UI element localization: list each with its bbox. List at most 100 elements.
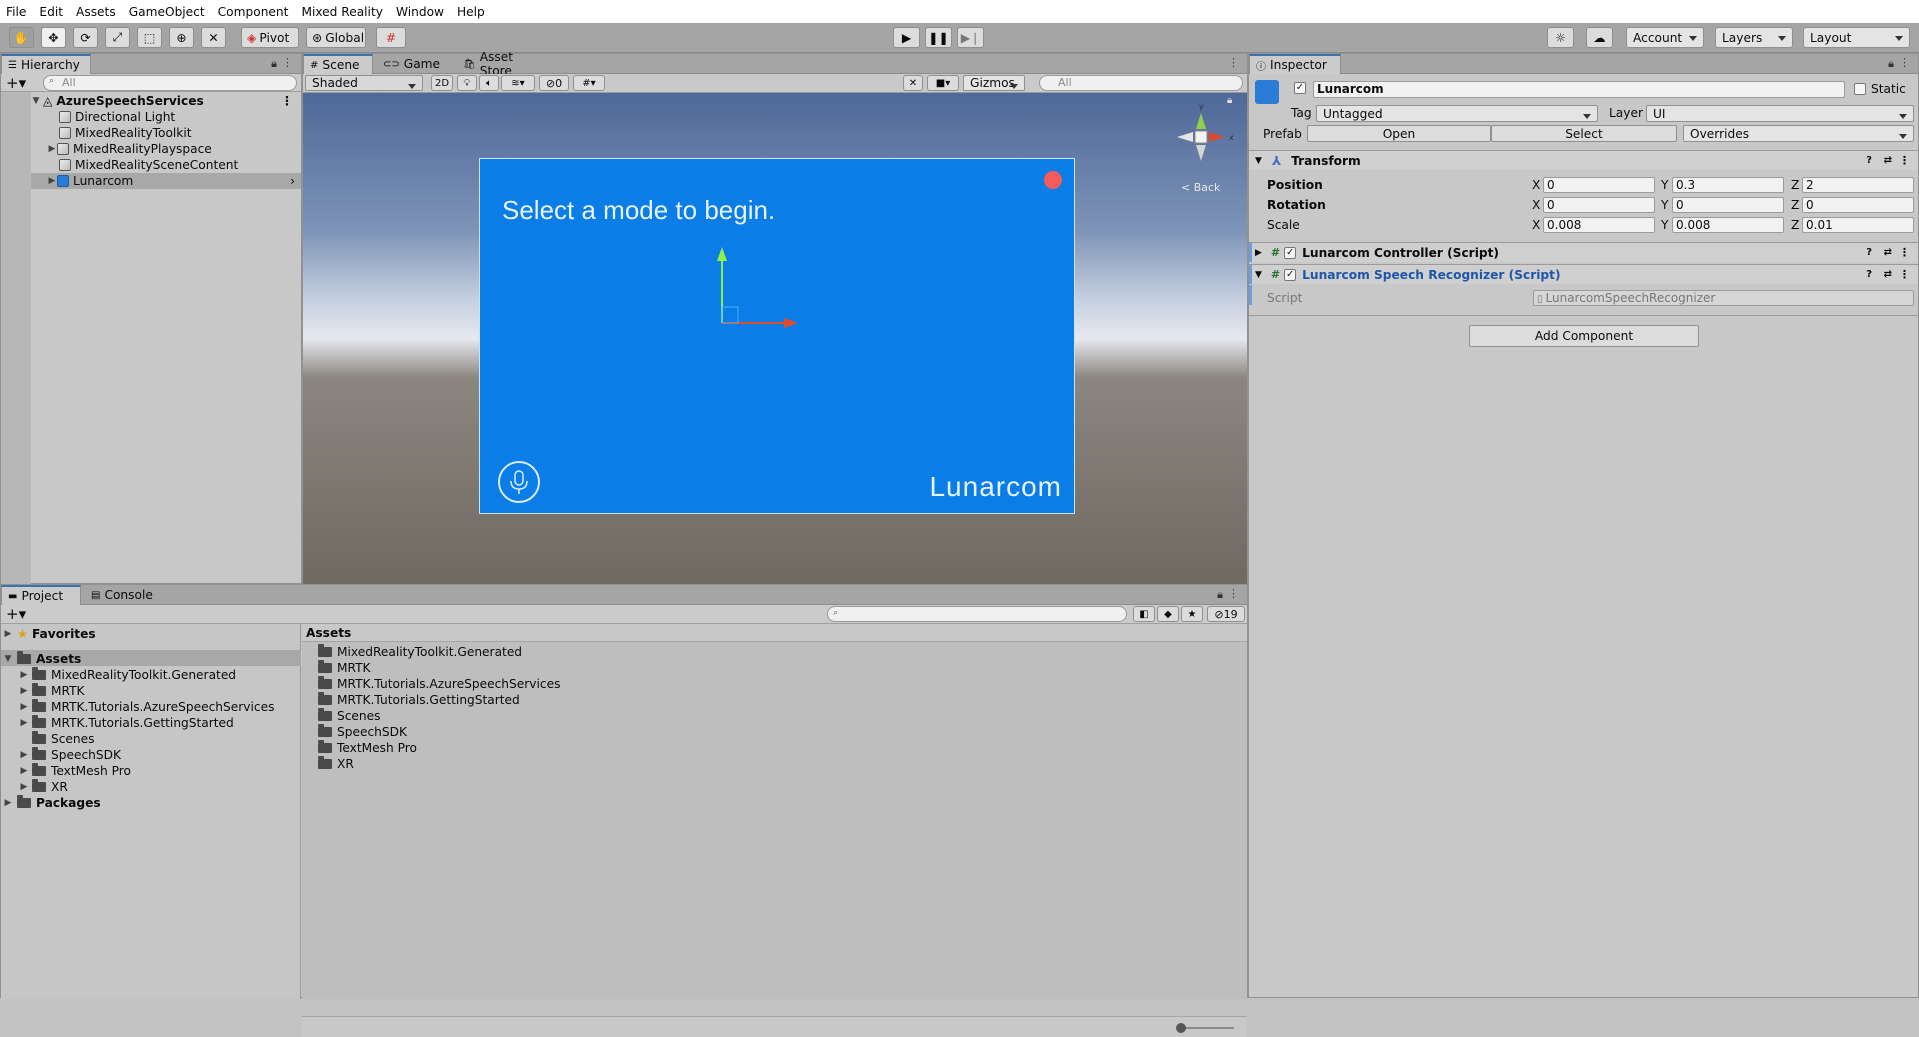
lunarcom-canvas[interactable]: Select a mode to begin. Lunarcom: [479, 158, 1075, 514]
scene-viewport[interactable]: x y < Back 🔒︎ Select a mode to begin. Lu…: [303, 93, 1247, 584]
layer-dropdown[interactable]: UI: [1646, 105, 1914, 122]
static-checkbox[interactable]: [1854, 83, 1866, 95]
orientation-gizmo[interactable]: x y < Back: [1165, 99, 1237, 194]
tree-folder[interactable]: ▶ TextMesh Pro: [19, 763, 131, 779]
custom-tool-button[interactable]: ✕: [201, 27, 226, 48]
filter-label-button[interactable]: ◆: [1157, 606, 1179, 622]
add-icon[interactable]: +▾: [6, 74, 26, 92]
tree-folder[interactable]: ▶ XR: [19, 779, 68, 795]
favorites-row[interactable]: ▶ ★ Favorites: [3, 626, 96, 642]
lock-icon[interactable]: 🔒︎: [1888, 57, 1894, 71]
hierarchy-search[interactable]: All: [43, 75, 297, 91]
expand-arrow-icon[interactable]: ▶: [19, 670, 29, 680]
position-x-field[interactable]: 0: [1543, 177, 1655, 193]
scale-z-field[interactable]: 0.01: [1802, 217, 1914, 233]
prefab-overrides-dropdown[interactable]: Overrides: [1683, 125, 1914, 142]
tab-asset-store[interactable]: 🛍︎ Asset Store: [457, 50, 553, 78]
menu-edit[interactable]: Edit: [39, 5, 63, 19]
object-name-field[interactable]: Lunarcom: [1313, 81, 1845, 98]
scene-search[interactable]: All: [1039, 75, 1243, 91]
help-icon[interactable]: ?: [1866, 247, 1872, 258]
pivot-toggle[interactable]: ◈ Pivot: [241, 27, 299, 48]
gizmos-dropdown[interactable]: Gizmos: [963, 75, 1025, 91]
component-header[interactable]: ▶ # ✓ Lunarcom Controller (Script) ? ⇄ ⋮: [1249, 242, 1918, 262]
tree-folder[interactable]: ▶ MixedRealityToolkit.Generated: [19, 667, 236, 683]
tab-inspector[interactable]: ⓘ Inspector: [1249, 54, 1341, 74]
hand-tool-button[interactable]: ✋: [9, 27, 34, 48]
layers-dropdown[interactable]: Layers: [1715, 27, 1793, 48]
microphone-button[interactable]: [498, 461, 540, 503]
expand-arrow-icon[interactable]: ▶: [19, 750, 29, 760]
menu-gameobject[interactable]: GameObject: [129, 5, 205, 19]
collapse-arrow-icon[interactable]: ▼: [1255, 156, 1262, 166]
rotation-x-field[interactable]: 0: [1543, 197, 1655, 213]
account-dropdown[interactable]: Account: [1626, 27, 1704, 48]
tree-folder[interactable]: ▶ MRTK.Tutorials.GettingStarted: [19, 715, 234, 731]
lock-icon[interactable]: 🔒︎: [1217, 588, 1223, 602]
icon-size-slider[interactable]: [1178, 1027, 1234, 1029]
expand-arrow-icon[interactable]: ▶: [47, 176, 57, 186]
camera-dropdown[interactable]: ■▾: [927, 75, 959, 91]
packages-row[interactable]: ▶ Packages: [3, 795, 101, 811]
mode-2d-toggle[interactable]: 2D: [431, 75, 453, 91]
help-icon[interactable]: ?: [1866, 269, 1872, 280]
collapse-arrow-icon[interactable]: ▼: [3, 654, 13, 664]
expand-arrow-icon[interactable]: ▶: [19, 782, 29, 792]
kebab-menu-icon[interactable]: ⋮: [282, 56, 293, 69]
cloud-button[interactable]: ☁: [1586, 27, 1613, 48]
grid-dropdown[interactable]: #▾: [573, 75, 605, 91]
global-toggle[interactable]: ⊛ Global: [306, 27, 366, 48]
presets-icon[interactable]: ⇄: [1884, 247, 1892, 258]
hierarchy-item-lunarcom[interactable]: ▶ Lunarcom ›: [47, 173, 301, 189]
menu-assets[interactable]: Assets: [76, 5, 116, 19]
asset-folder[interactable]: XR: [318, 756, 354, 772]
add-component-button[interactable]: Add Component: [1469, 325, 1699, 347]
expand-arrow-icon[interactable]: ▶: [47, 144, 57, 154]
kebab-menu-icon[interactable]: ⋮: [1899, 56, 1910, 69]
tab-console[interactable]: ▤ Console: [85, 585, 165, 605]
filter-type-button[interactable]: ◧: [1133, 606, 1155, 622]
back-label[interactable]: < Back: [1181, 181, 1220, 194]
transform-tool-button[interactable]: ⊕: [169, 27, 194, 48]
script-field[interactable]: ▯ LunarcomSpeechRecognizer: [1533, 290, 1914, 306]
menu-component[interactable]: Component: [218, 5, 289, 19]
prefab-open-button[interactable]: Open: [1307, 125, 1491, 142]
pause-button[interactable]: ❚❚: [925, 27, 952, 48]
favorite-button[interactable]: ★: [1181, 606, 1203, 622]
hierarchy-item[interactable]: Directional Light: [59, 109, 175, 125]
presets-icon[interactable]: ⇄: [1884, 269, 1892, 280]
asset-folder[interactable]: TextMesh Pro: [318, 740, 417, 756]
tree-folder[interactable]: Scenes: [32, 731, 95, 747]
play-button[interactable]: ▶: [893, 27, 920, 48]
component-enabled-checkbox[interactable]: ✓: [1284, 268, 1297, 281]
menu-mixed-reality[interactable]: Mixed Reality: [301, 5, 383, 19]
hierarchy-item[interactable]: MixedRealityToolkit: [59, 125, 192, 141]
collab-button[interactable]: ☼: [1547, 27, 1574, 48]
scale-x-field[interactable]: 0.008: [1543, 217, 1655, 233]
asset-folder[interactable]: MRTK.Tutorials.GettingStarted: [318, 692, 520, 708]
tag-dropdown[interactable]: Untagged: [1316, 105, 1598, 122]
asset-folder[interactable]: SpeechSDK: [318, 724, 407, 740]
effects-dropdown[interactable]: ≋▾: [501, 75, 535, 91]
add-icon[interactable]: +▾: [6, 605, 26, 623]
tab-hierarchy[interactable]: ☰ Hierarchy: [1, 54, 91, 74]
help-icon[interactable]: ?: [1866, 155, 1872, 166]
layout-dropdown[interactable]: Layout: [1803, 27, 1910, 48]
kebab-menu-icon[interactable]: ⋮: [1899, 268, 1910, 281]
rotate-tool-button[interactable]: ⟳: [73, 27, 98, 48]
hierarchy-item[interactable]: MixedRealitySceneContent: [59, 157, 238, 173]
breadcrumb[interactable]: Assets: [306, 626, 351, 640]
expand-arrow-icon[interactable]: ▼: [31, 96, 41, 106]
tab-project[interactable]: ▬ Project: [1, 585, 81, 605]
kebab-menu-icon[interactable]: ⋮: [1899, 154, 1910, 167]
scene-row[interactable]: ▼ ◬ AzureSpeechServices ⋮: [31, 93, 301, 109]
slider-handle[interactable]: [1176, 1023, 1186, 1033]
audio-toggle[interactable]: 🔈︎: [479, 75, 499, 91]
asset-folder[interactable]: Scenes: [318, 708, 381, 724]
rotation-y-field[interactable]: 0: [1672, 197, 1784, 213]
chevron-right-icon[interactable]: ›: [290, 174, 295, 188]
assets-root-row[interactable]: ▼ Assets: [3, 651, 81, 667]
lock-icon[interactable]: 🔒︎: [271, 57, 277, 71]
prefab-select-button[interactable]: Select: [1491, 125, 1677, 142]
position-y-field[interactable]: 0.3: [1672, 177, 1784, 193]
